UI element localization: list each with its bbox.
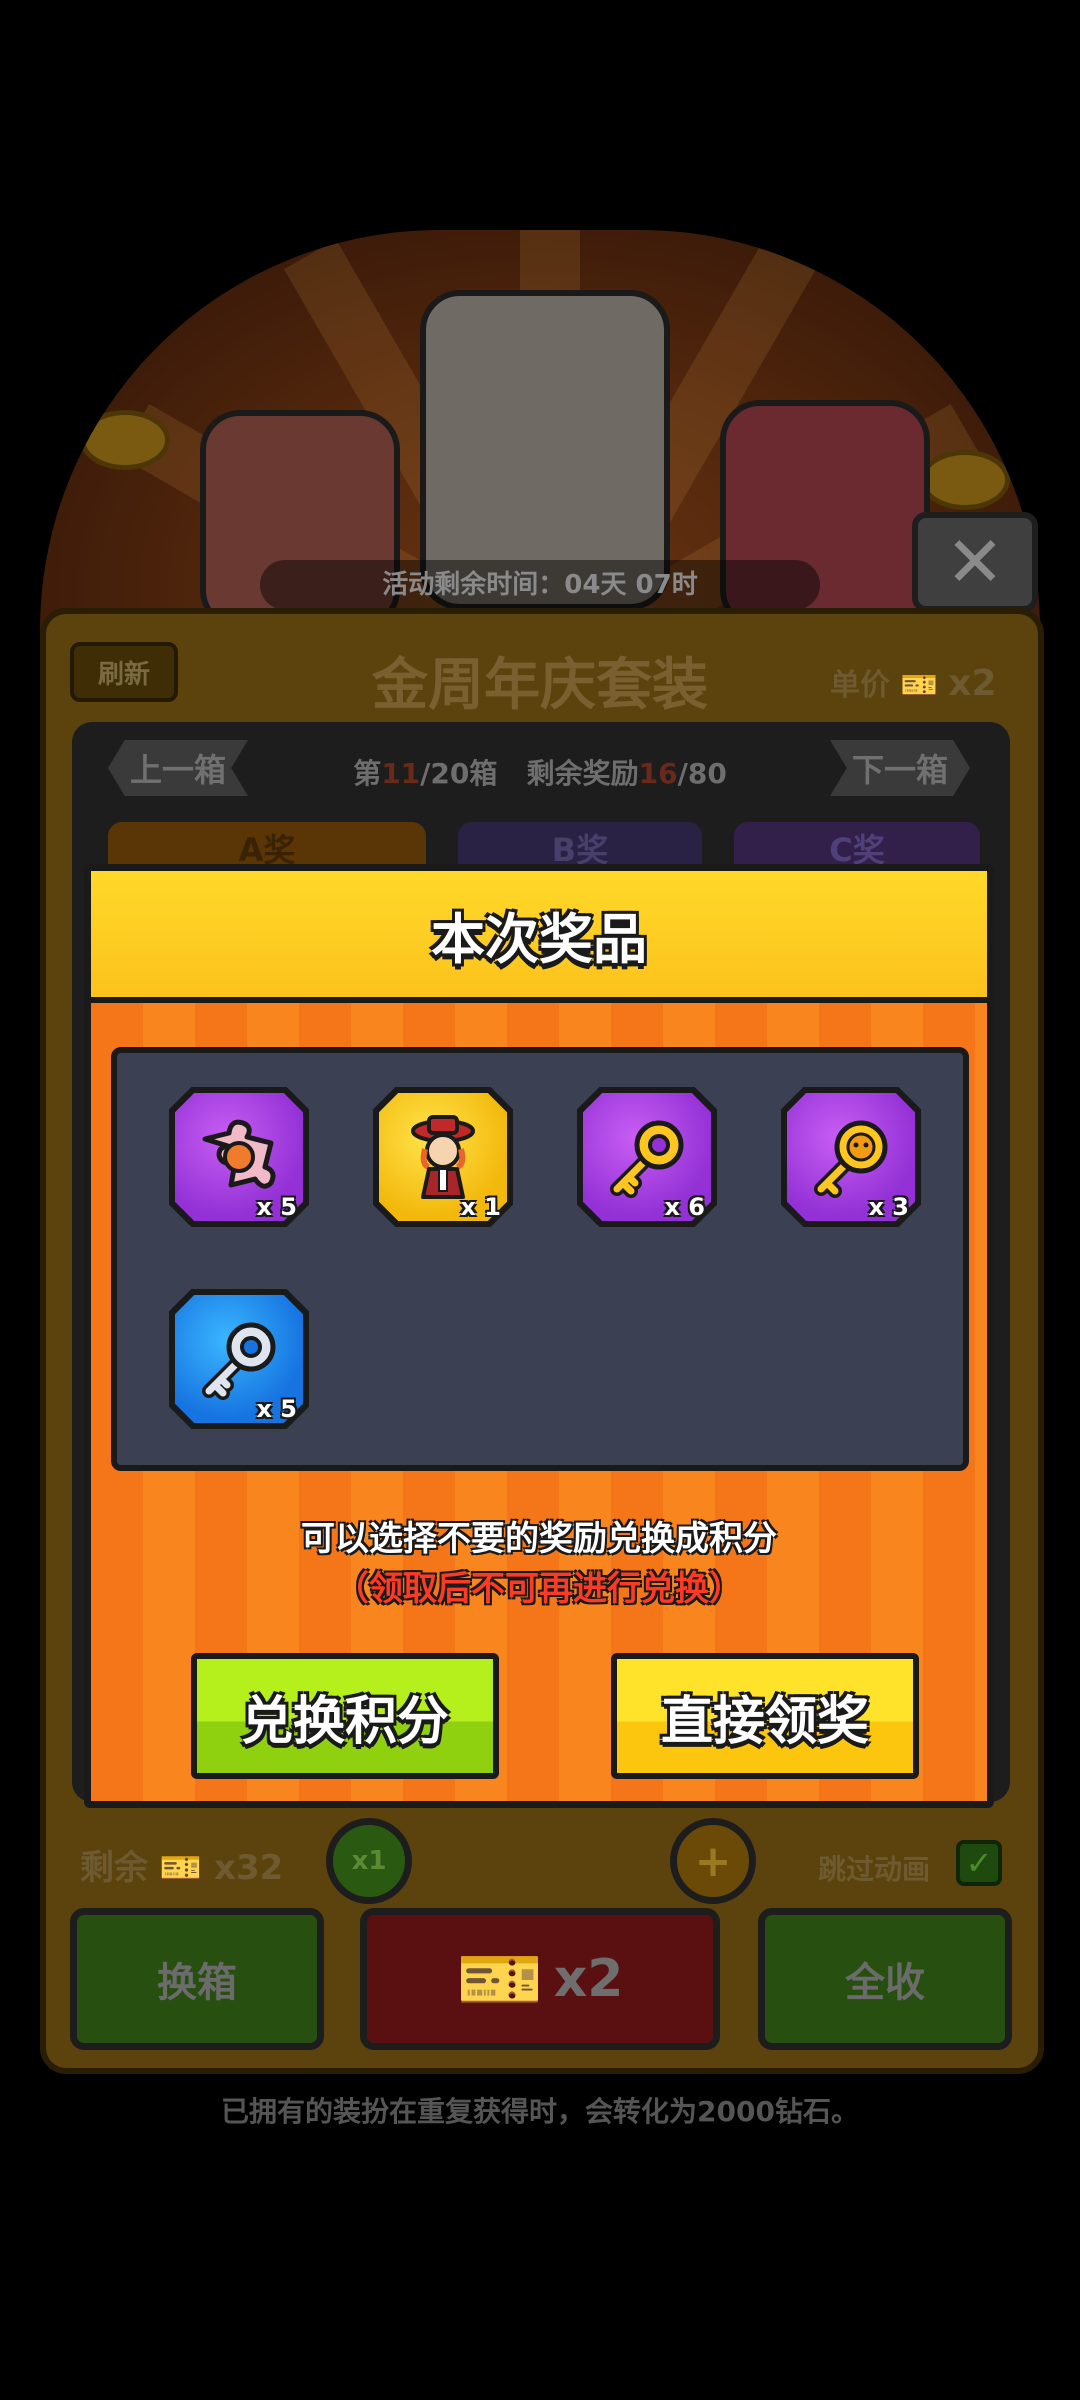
reward-quantity: x 5 [256,1193,297,1221]
collect-all-label: 全收 [845,1960,925,2006]
reward-grid: x 5 x 1 x 6 x 3 x 5 [111,1047,969,1471]
gold-key-icon [599,1109,695,1205]
exchange-points-label: 兑换积分 [240,1691,449,1752]
reward-total: /80 [677,757,727,790]
exchange-description: 可以选择不要的奖励兑换成积分 [301,1519,777,1559]
reward-item[interactable]: x 5 [169,1289,309,1429]
reward-item[interactable]: x 5 [169,1087,309,1227]
unit-price-value: x2 [948,663,997,704]
unit-price-label: 单价 [830,668,890,703]
next-box-button[interactable]: 下一箱 [830,740,970,796]
ticket-icon: 🎫 [159,1848,203,1888]
change-box-button[interactable]: 换箱 [70,1908,324,2050]
skip-animation-checkbox[interactable]: ✓ [956,1840,1002,1886]
check-icon: ✓ [965,1844,993,1882]
collect-all-button[interactable]: 全收 [758,1908,1012,2050]
multiplier-minus-button[interactable]: x1 [326,1818,412,1904]
draw-multiplier: x2 [553,1949,624,2009]
modal-header: 本次奖品 [91,871,987,1003]
ticket-icon: 🎫 [456,1937,544,2020]
character-avatar-icon [395,1109,491,1205]
reward-quantity: x 5 [256,1395,297,1423]
remaining-tickets: 剩余 🎫 x32 [80,1840,283,1889]
claim-reward-button[interactable]: 直接领奖 [611,1653,919,1779]
close-icon: ✕ [945,521,1005,603]
modal-title: 本次奖品 [431,907,647,971]
ticket-icon: 🎫 [900,668,938,703]
reward-quantity: x 1 [460,1193,501,1221]
close-button[interactable]: ✕ [912,512,1038,612]
multiplier-plus-button[interactable]: + [670,1818,756,1904]
exchange-warning: （领取后不可再进行兑换） [335,1569,743,1609]
reward-quantity: x 3 [868,1193,909,1221]
remaining-label: 剩余 [80,1848,148,1888]
footer-note: 已拥有的装扮在重复获得时，会转化为2000钻石。 [221,2095,859,2128]
exchange-points-button[interactable]: 兑换积分 [191,1653,499,1779]
claim-reward-label: 直接领奖 [660,1691,869,1752]
reward-item[interactable]: x 3 [781,1087,921,1227]
puzzle-piece-icon [191,1109,287,1205]
multiplier-value: x1 [351,1846,387,1876]
plus-icon: + [694,1835,732,1887]
silver-key-icon [191,1311,287,1407]
reward-modal: 本次奖品 x 5 x 1 x 6 x 3 x 5 可以选择不要的奖励兑换成积分 … [84,864,994,1808]
reward-quantity: x 6 [664,1193,705,1221]
reward-current: 16 [638,757,678,790]
draw-button[interactable]: 🎫 x2 [360,1908,720,2050]
reward-prefix: 剩余奖励 [526,757,639,790]
box-current: 11 [381,757,421,790]
reward-item[interactable]: x 6 [577,1087,717,1227]
unit-price: 单价 🎫 x2 [830,660,997,704]
activity-timer: 活动剩余时间：04天 07时 [260,560,820,610]
box-total: /20箱 [420,757,498,790]
prev-box-button[interactable]: 上一箱 [108,740,248,796]
change-box-label: 换箱 [157,1960,237,2006]
remaining-value: x32 [214,1848,284,1888]
gold-emblem-key-icon [803,1109,899,1205]
box-progress-prefix: 第 [353,757,382,790]
skip-animation-label: 跳过动画 [818,1853,931,1886]
reward-item[interactable]: x 1 [373,1087,513,1227]
box-progress: 第11/20箱 剩余奖励16/80 [290,752,790,792]
